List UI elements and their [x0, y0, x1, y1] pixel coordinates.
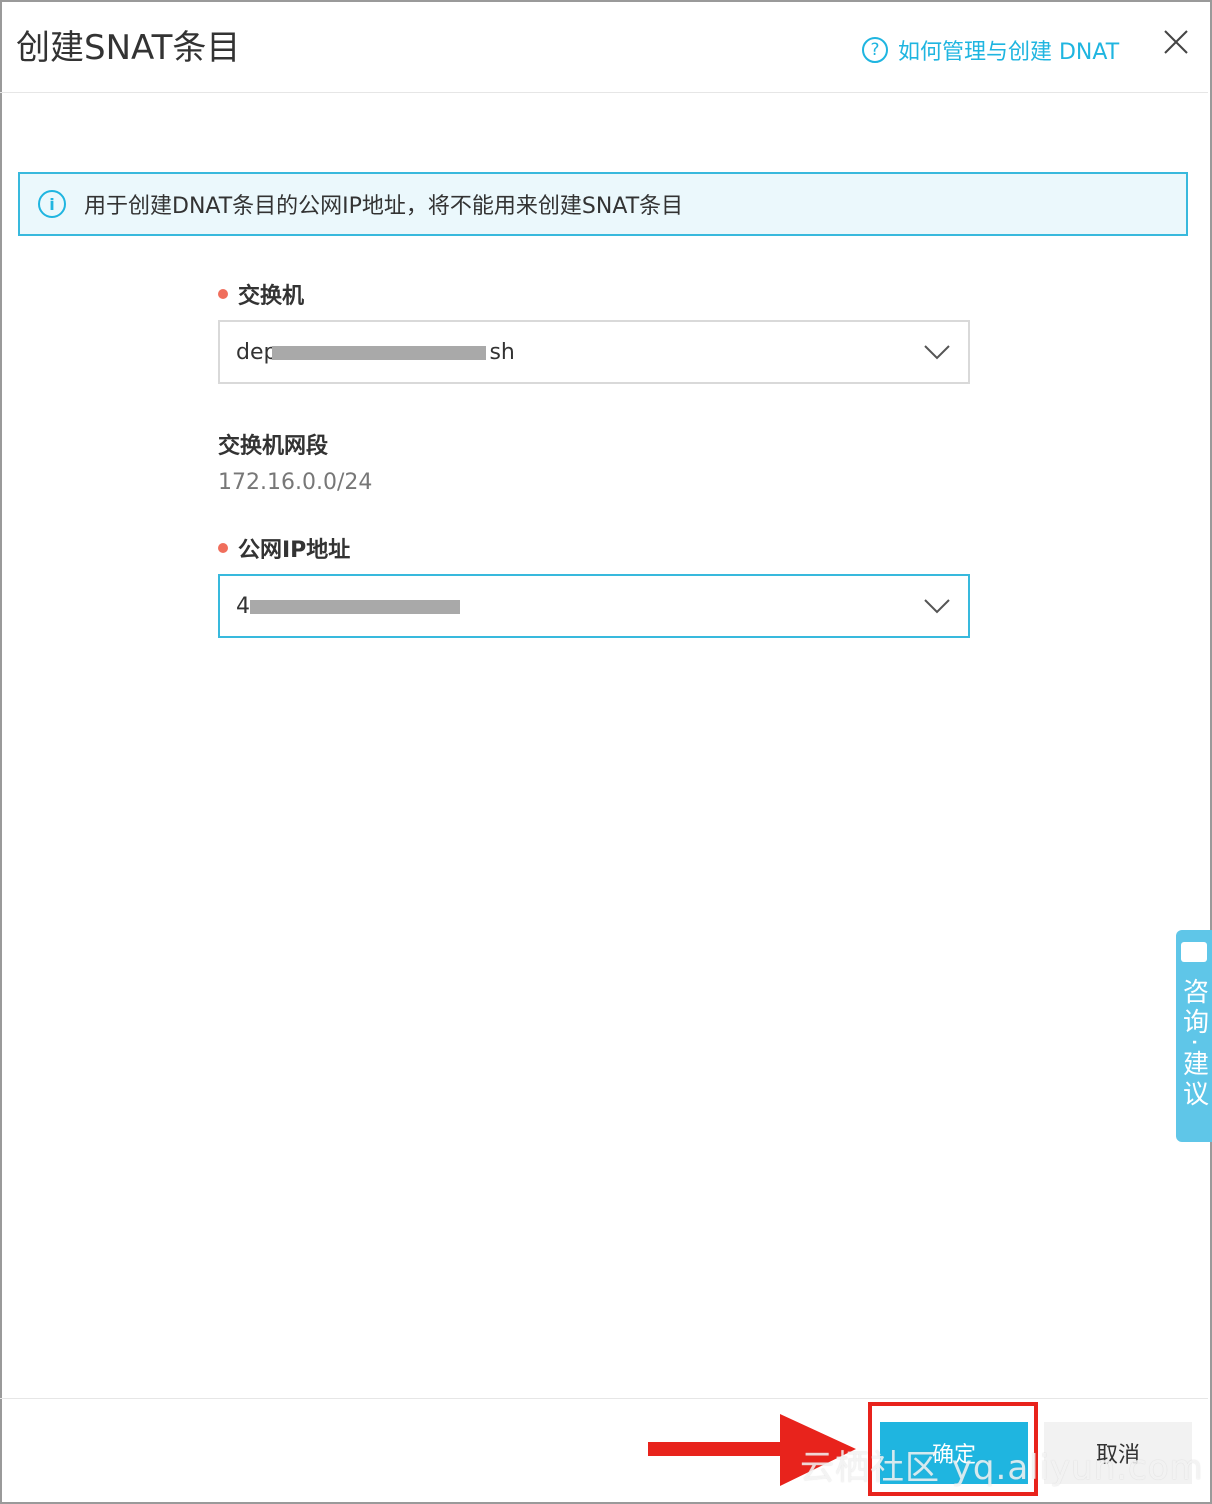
info-notice: i 用于创建DNAT条目的公网IP地址，将不能用来创建SNAT条目: [18, 172, 1188, 236]
switch-label-text: 交换机: [238, 284, 305, 309]
switch-cidr-value: 172.16.0.0/24: [218, 470, 373, 495]
chevron-down-icon: [924, 345, 950, 360]
switch-cidr-label: 交换机网段: [218, 434, 329, 459]
help-link-label: 如何管理与创建 DNAT: [898, 40, 1120, 65]
question-circle-icon: ?: [862, 37, 888, 63]
dialog-title: 创建SNAT条目: [16, 28, 241, 68]
switch-select[interactable]: dep sh: [218, 320, 970, 384]
chat-icon: [1181, 942, 1207, 962]
chevron-down-icon: [924, 599, 950, 614]
watermark: 云栖社区 yq.aliyun.com: [800, 1448, 1204, 1488]
required-dot: [218, 543, 228, 553]
public-ip-label-text: 公网IP地址: [238, 538, 351, 563]
notice-text: 用于创建DNAT条目的公网IP地址，将不能用来创建SNAT条目: [84, 194, 684, 219]
info-circle-icon: i: [38, 190, 66, 218]
feedback-side-tab[interactable]: 咨询·建议: [1176, 930, 1212, 1142]
close-icon[interactable]: [1160, 26, 1192, 58]
public-ip-label: 公网IP地址: [218, 532, 350, 564]
help-link[interactable]: ? 如何管理与创建 DNAT: [862, 34, 1119, 66]
public-ip-select-value: 4: [236, 593, 250, 619]
feedback-side-tab-label: 咨询·建议: [1178, 978, 1209, 1111]
public-ip-select[interactable]: 4: [218, 574, 970, 638]
required-dot: [218, 289, 228, 299]
dialog-header: 创建SNAT条目 ? 如何管理与创建 DNAT: [0, 0, 1208, 93]
redaction-bar: [272, 346, 486, 360]
redaction-bar: [250, 600, 460, 614]
switch-label: 交换机: [218, 278, 304, 310]
switch-value-suffix: sh: [489, 339, 515, 365]
